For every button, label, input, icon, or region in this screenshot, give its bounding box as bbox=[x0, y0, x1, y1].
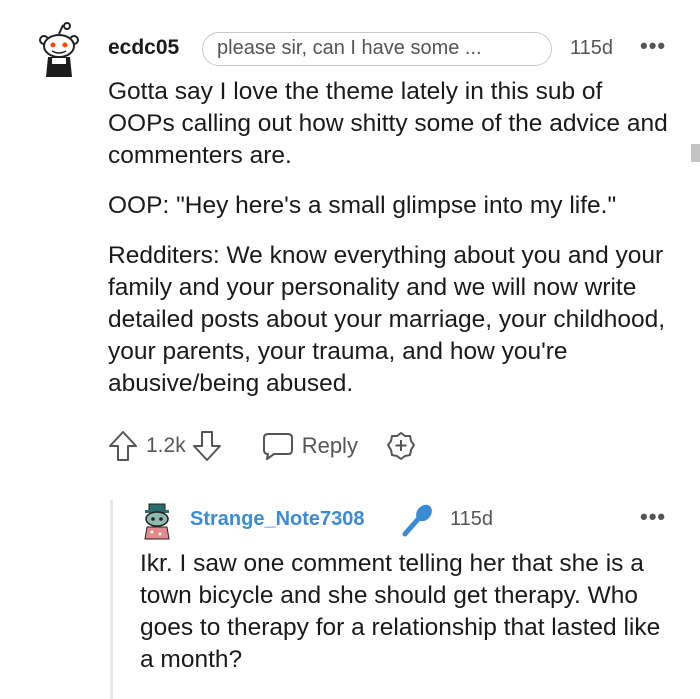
microphone-icon bbox=[400, 503, 436, 537]
snoo-avatar-small-icon[interactable] bbox=[140, 502, 174, 540]
upvote-icon[interactable] bbox=[108, 430, 138, 462]
reply-timestamp: 115d bbox=[450, 508, 494, 530]
more-options-icon[interactable]: ••• bbox=[640, 33, 666, 59]
comment-paragraph: Redditers: We know everything about you … bbox=[108, 242, 666, 397]
scrollbar-thumb[interactable] bbox=[691, 144, 700, 162]
comment-paragraph: Gotta say I love the theme lately in thi… bbox=[108, 78, 668, 169]
reply-body: Ikr. I saw one comment telling her that … bbox=[140, 548, 680, 676]
downvote-icon[interactable] bbox=[192, 430, 222, 462]
snoo-avatar-icon[interactable] bbox=[36, 22, 82, 78]
comment-body: Gotta say I love the theme lately in thi… bbox=[108, 76, 673, 418]
reply-bubble-icon bbox=[262, 431, 294, 461]
user-flair: please sir, can I have some ... bbox=[202, 32, 552, 66]
reply-label: Reply bbox=[301, 433, 358, 458]
reply-more-options-icon[interactable]: ••• bbox=[640, 504, 666, 530]
award-plus-icon[interactable] bbox=[386, 431, 416, 461]
comment-paragraph: OOP: "Hey here's a small glimpse into my… bbox=[108, 192, 617, 219]
comment-username[interactable]: ecdc05 bbox=[108, 36, 179, 60]
thread-line[interactable] bbox=[110, 500, 113, 699]
vote-count: 1.2k bbox=[146, 434, 186, 457]
comment-timestamp: 115d bbox=[570, 37, 614, 59]
reply-text: Ikr. I saw one comment telling her that … bbox=[140, 550, 661, 673]
reply-username[interactable]: Strange_Note7308 bbox=[190, 508, 365, 531]
reply-button[interactable]: Reply bbox=[262, 431, 358, 461]
comment-actions: 1.2k Reply bbox=[108, 426, 416, 466]
